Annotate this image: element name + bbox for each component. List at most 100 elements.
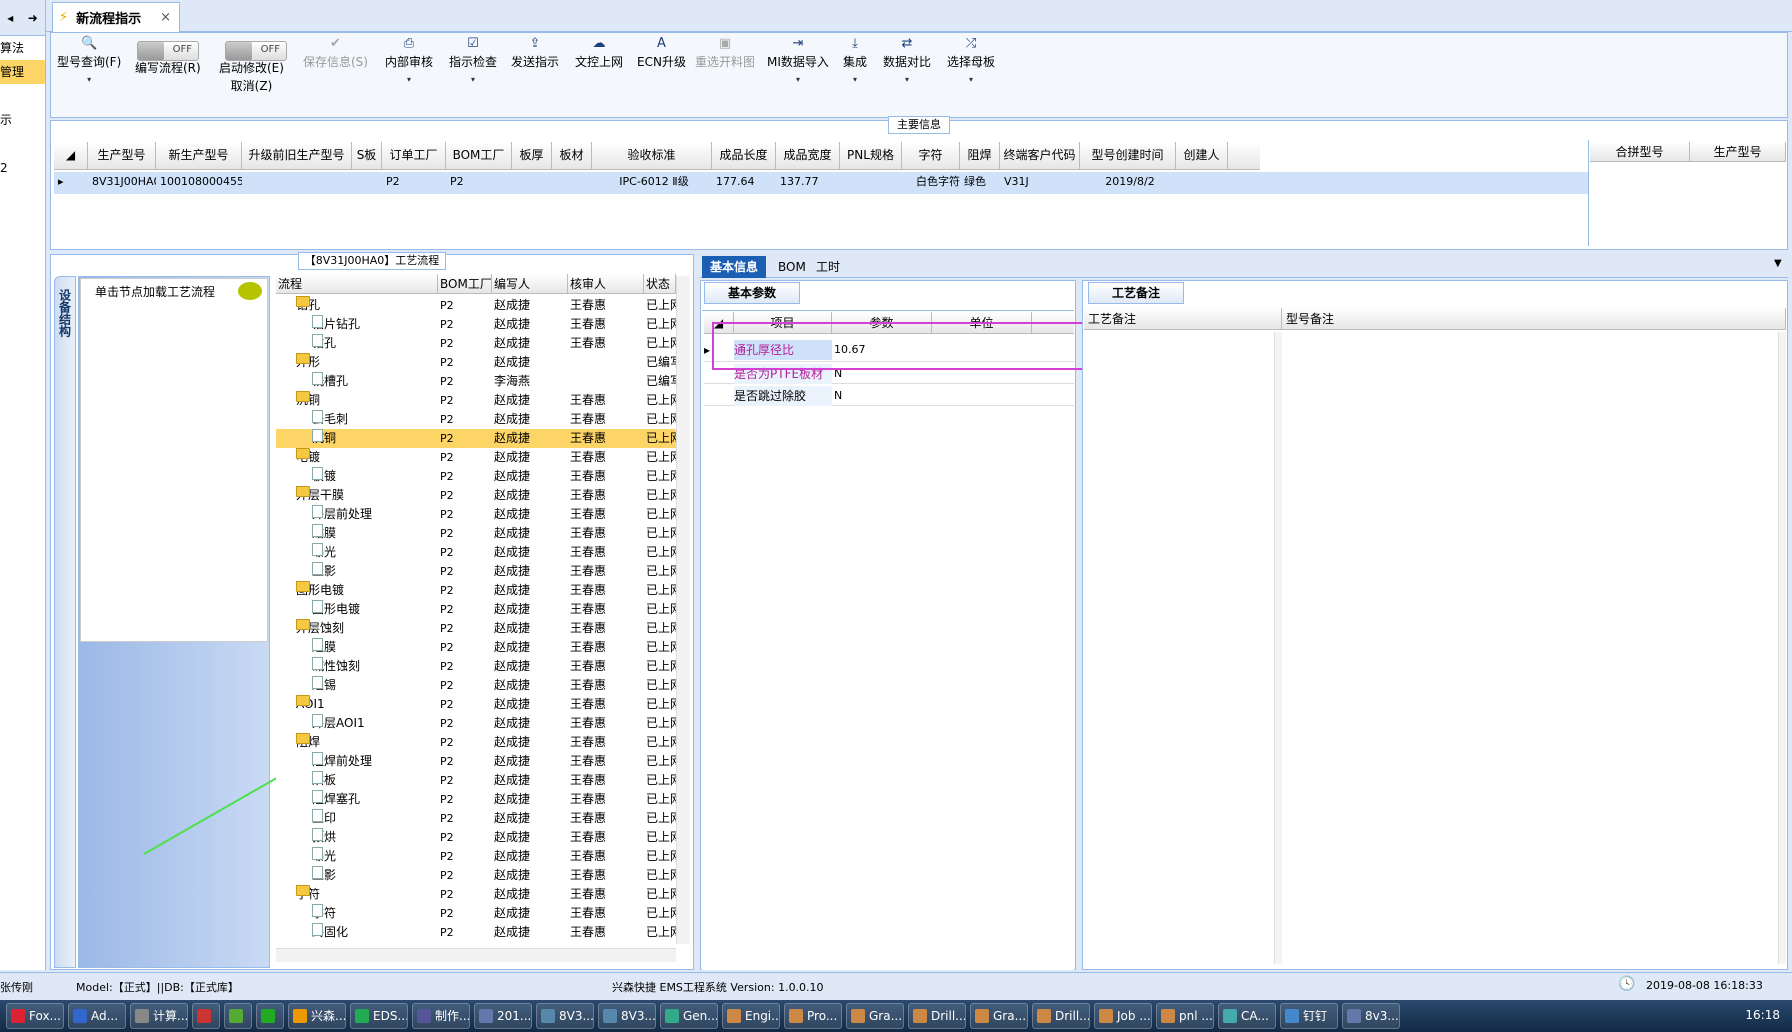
taskbar-button[interactable]: Engi... (722, 1003, 780, 1029)
chevron-down-icon[interactable]: ▾ (767, 75, 829, 84)
notes-scrollbar[interactable] (1274, 332, 1282, 964)
vertical-scrollbar[interactable] (676, 276, 690, 944)
col-header[interactable]: 创建人 (1176, 142, 1228, 169)
left-nav-item[interactable] (0, 132, 45, 156)
col-header[interactable]: 新生产型号 (156, 142, 242, 169)
col-header[interactable]: 编写人 (492, 274, 568, 293)
taskbar-button[interactable] (256, 1003, 284, 1029)
chevron-down-icon[interactable]: ▾ (57, 75, 121, 84)
col-header[interactable]: 板材 (552, 142, 592, 169)
col-header[interactable]: 工艺备注 (1084, 308, 1282, 329)
tree-row[interactable]: 阻焊塞孔 P2 赵成捷 王春惠 已上网 (276, 790, 678, 809)
taskbar-button[interactable]: 201... (474, 1003, 532, 1029)
taskbar-button[interactable]: Drill... (1032, 1003, 1090, 1029)
taskbar-button[interactable]: Gen... (660, 1003, 718, 1029)
tree-row[interactable]: 外层前处理 P2 赵成捷 王春惠 已上网 (276, 505, 678, 524)
tree-row[interactable]: 退膜 P2 赵成捷 王春惠 已上网 (276, 638, 678, 657)
taskbar-button[interactable]: 8v3... (1342, 1003, 1400, 1029)
tree-row[interactable]: −电镀P2赵成捷王春惠已上网 (276, 448, 678, 467)
taskbar-button[interactable]: Gra... (846, 1003, 904, 1029)
tree-row[interactable]: 铣槽孔 P2 李海燕 已编写 (276, 372, 678, 391)
internal-review-button[interactable]: ⎙ 内部审核 ▾ (385, 35, 433, 84)
compare-button[interactable]: ⇄ 数据对比 ▾ (883, 35, 931, 84)
chevron-down-icon[interactable]: ▾ (385, 75, 433, 84)
tree-row[interactable]: 曝光 P2 赵成捷 王春惠 已上网 (276, 847, 678, 866)
taskbar-button[interactable] (192, 1003, 220, 1029)
tree-row[interactable]: 铝片钻孔 P2 赵成捷 王春惠 已上网 (276, 315, 678, 334)
table-row[interactable]: ▸ 8V31J00HA0 10010800045585 P2 P2 IPC-60… (54, 172, 1588, 194)
taskbar-button[interactable]: Fox... (6, 1003, 64, 1029)
tree-row[interactable]: −图形电镀P2赵成捷王春惠已上网 (276, 581, 678, 600)
start-modify-toggle[interactable]: OFF (225, 41, 287, 61)
tab-basic-info[interactable]: 基本信息 (702, 256, 767, 278)
col-header[interactable]: 订单工厂 (382, 142, 446, 169)
tree-row[interactable]: −AOI1P2赵成捷王春惠已上网 (276, 695, 678, 714)
table-row[interactable]: 是否跳过除胶 N (704, 386, 1074, 406)
col-header[interactable]: 状态 (644, 274, 676, 293)
tree-row[interactable]: 丝印 P2 赵成捷 王春惠 已上网 (276, 809, 678, 828)
notes-scrollbar[interactable] (1778, 332, 1786, 964)
col-header[interactable]: 验收标准 (592, 142, 712, 169)
tree-row[interactable]: 图形电镀 P2 赵成捷 王春惠 已上网 (276, 600, 678, 619)
col-header[interactable]: 型号创建时间 (1080, 142, 1176, 169)
left-nav-item-selected[interactable]: 管理 (0, 60, 45, 84)
taskbar-button[interactable] (224, 1003, 252, 1029)
chevron-down-icon[interactable]: ▼ (1774, 258, 1782, 269)
chevron-down-icon[interactable]: ▾ (947, 75, 995, 84)
tab-new-flow[interactable]: ⚡ 新流程指示 × (52, 2, 180, 32)
col-header[interactable]: 型号备注 (1282, 308, 1786, 329)
left-nav-item[interactable]: 示 (0, 108, 45, 132)
tree-row[interactable]: −外层蚀刻P2赵成捷王春惠已上网 (276, 619, 678, 638)
taskbar-button[interactable]: pnl ... (1156, 1003, 1214, 1029)
tree-row[interactable]: 碱性蚀刻 P2 赵成捷 王春惠 已上网 (276, 657, 678, 676)
tree-row[interactable]: 终固化 P2 赵成捷 王春惠 已上网 (276, 923, 678, 942)
col-header[interactable]: 终端客户代码 (1000, 142, 1080, 169)
taskbar-button[interactable]: Drill... (908, 1003, 966, 1029)
send-button[interactable]: ⇪ 发送指示 (511, 35, 559, 71)
col-header[interactable]: 字符 (902, 142, 960, 169)
redraw-button[interactable]: ▣ 重选开料图 (695, 35, 755, 71)
tree-row[interactable]: −外层干膜P2赵成捷王春惠已上网 (276, 486, 678, 505)
close-icon[interactable]: × (160, 10, 171, 25)
mother-board-button[interactable]: ⤮ 选择母板 ▾ (947, 35, 995, 84)
taskbar-button[interactable]: EDS... (350, 1003, 408, 1029)
tree-row[interactable]: 显影 P2 赵成捷 王春惠 已上网 (276, 866, 678, 885)
taskbar-button[interactable]: 计算... (130, 1003, 188, 1029)
query-button[interactable]: 🔍 型号查询(F) ▾ (57, 35, 121, 84)
col-header[interactable]: BOM工厂 (438, 274, 492, 293)
tree-row[interactable]: −钻孔P2赵成捷王春惠已上网 (276, 296, 678, 315)
tree-row[interactable]: 沉铜 P2 赵成捷 王春惠 已上网 (276, 429, 678, 448)
tree-row[interactable]: 去毛刺 P2 赵成捷 王春惠 已上网 (276, 410, 678, 429)
taskbar-button[interactable]: Job ... (1094, 1003, 1152, 1029)
chevron-down-icon[interactable]: ▾ (843, 75, 867, 84)
tree-row[interactable]: −外形P2赵成捷已编写 (276, 353, 678, 372)
tree-row[interactable]: −沉铜P2赵成捷王春惠已上网 (276, 391, 678, 410)
col-header[interactable]: 流程 (276, 274, 438, 293)
mi-import-button[interactable]: ⇥ MI数据导入 ▾ (767, 35, 829, 84)
cancel-label[interactable]: 取消(Z) (219, 77, 284, 95)
tree-row[interactable]: 预烘 P2 赵成捷 王春惠 已上网 (276, 828, 678, 847)
taskbar-button[interactable]: 制作... (412, 1003, 470, 1029)
login-icon[interactable]: ➜ (28, 11, 38, 25)
tab-basic-params[interactable]: 基本参数 (704, 282, 800, 304)
tree-row[interactable]: 烘板 P2 赵成捷 王春惠 已上网 (276, 771, 678, 790)
taskbar-button[interactable]: Ad... (68, 1003, 126, 1029)
col-header[interactable]: 生产型号 (88, 142, 156, 169)
check-button[interactable]: ☑ 指示检查 ▾ (449, 35, 497, 84)
col-header[interactable]: BOM工厂 (446, 142, 512, 169)
tree-row[interactable]: 字符 P2 赵成捷 王春惠 已上网 (276, 904, 678, 923)
col-header[interactable]: 升级前旧生产型号 (242, 142, 352, 169)
ecn-button[interactable]: A ECN升级 (637, 35, 686, 71)
col-header[interactable]: S板 (352, 142, 382, 169)
integrate-button[interactable]: ⤓ 集成 ▾ (843, 35, 867, 84)
left-nav-item[interactable]: 算法 (0, 36, 45, 60)
tree-row[interactable]: 退锡 P2 赵成捷 王春惠 已上网 (276, 676, 678, 695)
taskbar-button[interactable]: Pro... (784, 1003, 842, 1029)
taskbar-button[interactable]: 8V3... (536, 1003, 594, 1029)
tree-row[interactable]: 板镀 P2 赵成捷 王春惠 已上网 (276, 467, 678, 486)
taskbar-button[interactable]: Gra... (970, 1003, 1028, 1029)
left-nav-item[interactable]: 2 (0, 156, 45, 180)
tree-row[interactable]: 显影 P2 赵成捷 王春惠 已上网 (276, 562, 678, 581)
col-header[interactable]: 成品长度 (712, 142, 776, 169)
col-header[interactable]: 生产型号 (1690, 142, 1786, 161)
